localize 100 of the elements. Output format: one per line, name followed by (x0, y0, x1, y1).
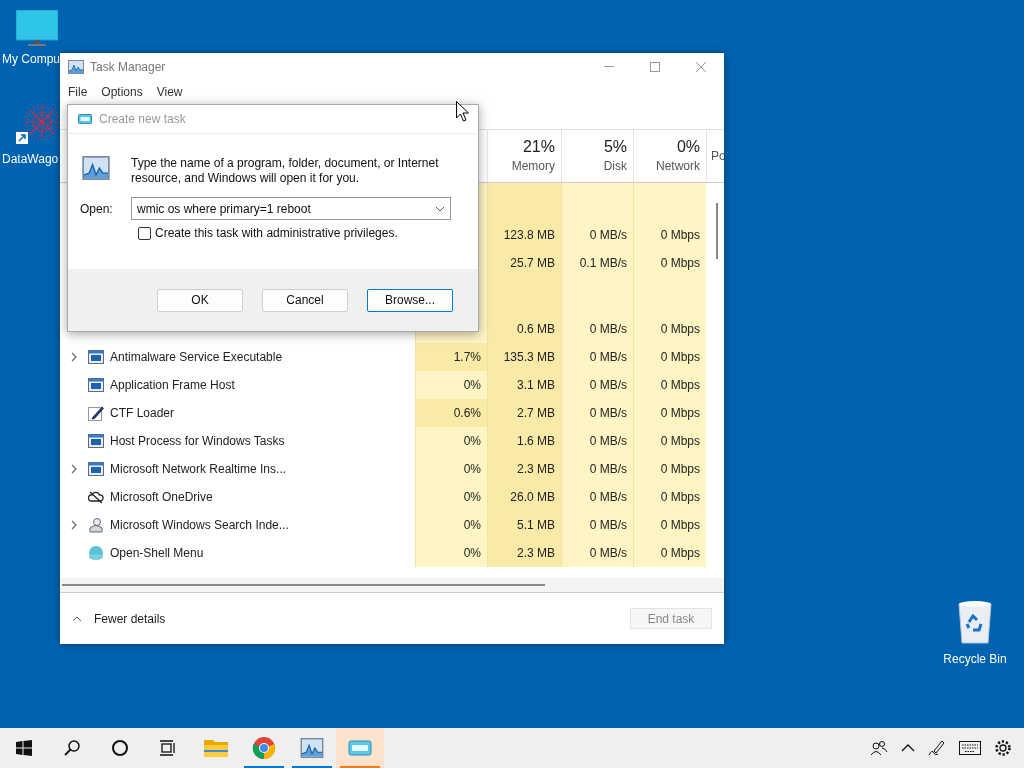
window-icon (88, 434, 104, 448)
open-label: Open: (80, 200, 114, 218)
menu-item[interactable]: File (66, 83, 90, 101)
table-cell: 3.1 MB (487, 371, 561, 399)
dialog-description: Type the name of a program, folder, document, or Internet resource, and Windows will open it for you. (131, 156, 440, 186)
fewer-details-link[interactable]: Fewer details (94, 609, 166, 628)
table-cell: 0 Mbps (633, 399, 706, 427)
task-manager-icon (299, 738, 325, 758)
desktop-icon-label[interactable]: My Compu (2, 50, 60, 68)
table-cell: 0 MB/s (561, 315, 633, 343)
chevron-right-icon[interactable] (71, 464, 77, 474)
table-cell: 0.1 MB/s (561, 249, 633, 277)
user-icon (88, 517, 104, 533)
globe-icon (88, 545, 104, 561)
table-cell: 0 MB/s (561, 399, 633, 427)
process-name[interactable]: Antimalware Service Executable (110, 348, 283, 366)
task-manager-icon (68, 59, 84, 74)
circle-icon (111, 739, 129, 757)
run-dialog-icon (348, 739, 372, 757)
column-label: Network (656, 158, 700, 175)
table-cell: 0 MB/s (561, 221, 633, 249)
menu-item[interactable]: View (154, 83, 185, 101)
table-cell: 0% (415, 455, 487, 483)
table-cell: 0 MB/s (561, 539, 633, 567)
process-name[interactable]: CTF Loader (110, 404, 175, 422)
process-name[interactable]: Application Frame Host (110, 376, 235, 394)
column-header[interactable]: 21% Memory (487, 130, 561, 182)
process-name[interactable]: Microsoft Network Realtime Ins... (110, 460, 287, 478)
search-icon (63, 739, 81, 757)
table-cell: 0% (415, 483, 487, 511)
admin-checkbox[interactable] (138, 226, 151, 240)
process-name[interactable]: Microsoft OneDrive (110, 488, 213, 506)
column-label: Memory (511, 158, 555, 175)
dialog-button[interactable]: OK (157, 288, 243, 312)
window-icon (88, 350, 104, 364)
task-manager-icon (80, 156, 112, 180)
table-cell: 0 MB/s (561, 455, 633, 483)
table-cell: 0% (415, 539, 487, 567)
minimize-icon (604, 65, 614, 68)
vertical-scrollbar[interactable] (716, 203, 718, 259)
pen-icon (88, 405, 104, 421)
process-name[interactable]: Host Process for Windows Tasks (110, 432, 285, 450)
table-cell (561, 183, 633, 221)
menu-item[interactable]: Options (99, 83, 145, 101)
recycle-bin-icon (957, 600, 993, 644)
table-cell: 0% (415, 371, 487, 399)
chevron-right-icon[interactable] (71, 520, 77, 530)
table-cell: 25.7 MB (487, 249, 561, 277)
table-cell: 0 MB/s (561, 371, 633, 399)
windows-logo-icon (16, 740, 32, 756)
chevron-right-icon[interactable] (71, 352, 77, 362)
table-cell: 0 Mbps (633, 315, 706, 343)
table-cell: 0 Mbps (633, 483, 706, 511)
table-cell: 0 Mbps (633, 371, 706, 399)
table-cell: 0.6 MB (487, 315, 561, 343)
column-percent: 0% (676, 137, 700, 157)
window-title: Task Manager (90, 58, 166, 76)
caret-up-icon[interactable] (901, 743, 915, 753)
pen-icon[interactable] (928, 739, 946, 757)
run-dialog-icon (78, 114, 92, 124)
horizontal-scrollbar[interactable] (62, 584, 545, 586)
table-cell: 0 Mbps (633, 511, 706, 539)
table-cell: 0 MB/s (561, 343, 633, 371)
table-cell: 1.6 MB (487, 427, 561, 455)
window-icon (88, 378, 104, 392)
table-cell: 123.8 MB (487, 221, 561, 249)
maximize-icon (650, 61, 660, 72)
folder-icon (204, 738, 228, 758)
column-percent: 21% (522, 137, 555, 157)
column-header[interactable]: 5% Disk (561, 130, 633, 182)
settings-icon[interactable] (994, 739, 1012, 757)
keyboard-icon[interactable] (959, 741, 981, 755)
process-name[interactable]: Microsoft Windows Search Inde... (110, 516, 289, 534)
people-icon[interactable] (870, 740, 888, 756)
window-icon (88, 462, 104, 476)
chrome-icon (252, 736, 276, 760)
table-cell: 0 MB/s (561, 511, 633, 539)
column-percent: 5% (603, 137, 627, 157)
process-name[interactable]: Open-Shell Menu (110, 544, 204, 562)
table-cell: 2.3 MB (487, 455, 561, 483)
desktop-icon-label[interactable]: Recycle Bin (943, 650, 1007, 668)
dialog-button[interactable]: Cancel (262, 288, 348, 312)
table-cell: 0.6% (415, 399, 487, 427)
checkbox-label: Create this task with administrative privileges. (155, 225, 398, 242)
table-cell: 0 Mbps (633, 221, 706, 249)
table-cell: 0 Mbps (633, 249, 706, 277)
table-cell: 135.3 MB (487, 343, 561, 371)
table-cell: 0 MB/s (561, 483, 633, 511)
table-cell: 0% (415, 427, 487, 455)
column-label: Disk (603, 158, 627, 175)
dialog-button[interactable]: Browse... (367, 288, 453, 312)
desktop-icon-label[interactable]: DataWago (2, 150, 59, 168)
column-header[interactable]: 0% Network (633, 130, 706, 182)
open-combobox[interactable]: wmic os where primary=1 reboot (131, 197, 451, 220)
table-cell: 5.1 MB (487, 511, 561, 539)
table-cell: 0 Mbps (633, 539, 706, 567)
table-cell: 0 Mbps (633, 343, 706, 371)
table-cell: 0% (415, 511, 487, 539)
cloud-icon (88, 490, 104, 504)
table-cell: 0 Mbps (633, 455, 706, 483)
